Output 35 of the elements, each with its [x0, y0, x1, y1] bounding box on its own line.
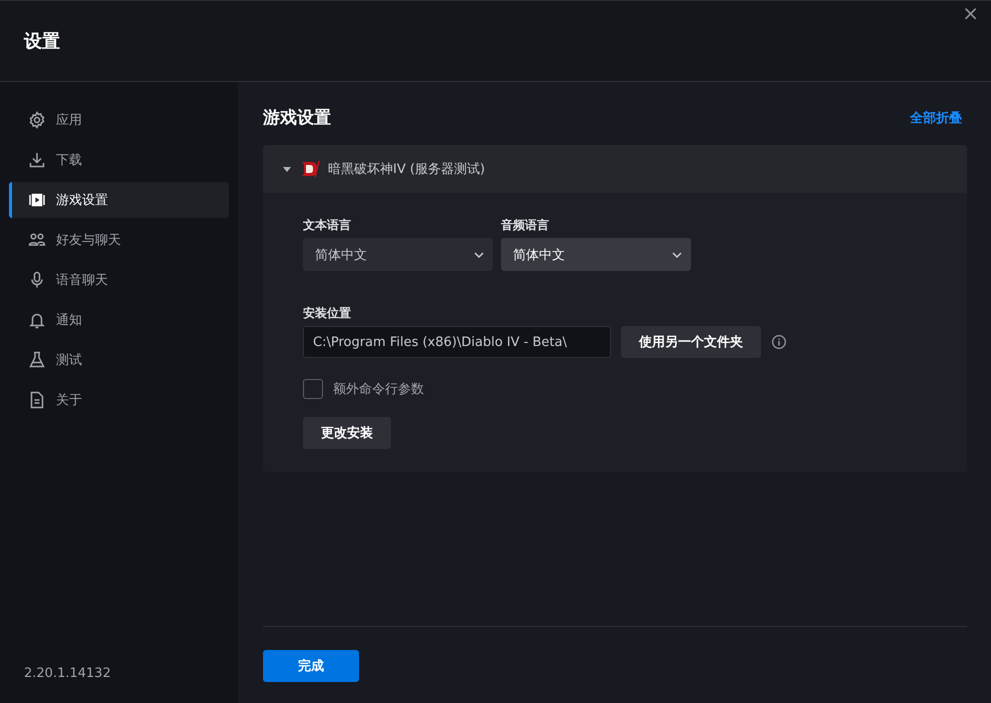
version-text: 2.20.1.14132 — [23, 666, 112, 681]
language-dropdown[interactable]: 简体中文 — [501, 238, 691, 271]
play-icon — [28, 191, 46, 209]
checkbox[interactable] — [303, 379, 323, 399]
window-title: 设置 — [24, 30, 60, 53]
done-button[interactable]: 完成 — [263, 650, 359, 682]
page-title: 游戏设置 — [263, 107, 331, 129]
close-button[interactable]: × — [962, 3, 979, 23]
sidebar-item[interactable]: 应用 — [9, 102, 229, 138]
info-icon — [771, 334, 787, 350]
other-folder-button[interactable]: 使用另一个文件夹 — [621, 326, 761, 358]
field-label: 音频语言 — [501, 217, 550, 234]
change-install-button[interactable]: 更改安装 — [303, 417, 391, 449]
flask-icon — [28, 351, 46, 369]
sidebar-item[interactable]: 下载 — [9, 142, 229, 178]
gear-icon — [28, 111, 46, 129]
sidebar-item[interactable]: 游戏设置 — [9, 182, 229, 218]
bell-icon — [28, 311, 46, 329]
sidebar-item[interactable]: 关于 — [9, 382, 229, 418]
sidebar-item[interactable]: 测试 — [9, 342, 229, 378]
field-label: 文本语言 — [303, 217, 352, 234]
install-path-field[interactable]: C:\Program Files (x86)\Diablo IV - Beta\ — [303, 326, 611, 358]
sidebar-item[interactable]: 好友与聊天 — [9, 222, 229, 258]
sidebar-item[interactable]: 通知 — [9, 302, 229, 338]
sidebar-item[interactable]: 语音聊天 — [9, 262, 229, 298]
caret-icon — [282, 164, 292, 174]
collapse-all-link[interactable]: 全部折叠 — [910, 108, 962, 126]
people-icon — [28, 231, 46, 249]
game-logo-icon — [300, 159, 320, 179]
checkbox-label: 额外命令行参数 — [333, 381, 424, 398]
game-header[interactable]: 暗黑破坏神IV (服务器测试) — [263, 145, 967, 193]
field-label: 安装位置 — [303, 305, 351, 322]
download-icon — [28, 151, 46, 169]
document-icon — [28, 391, 46, 409]
language-dropdown[interactable]: 简体中文 — [303, 238, 493, 271]
